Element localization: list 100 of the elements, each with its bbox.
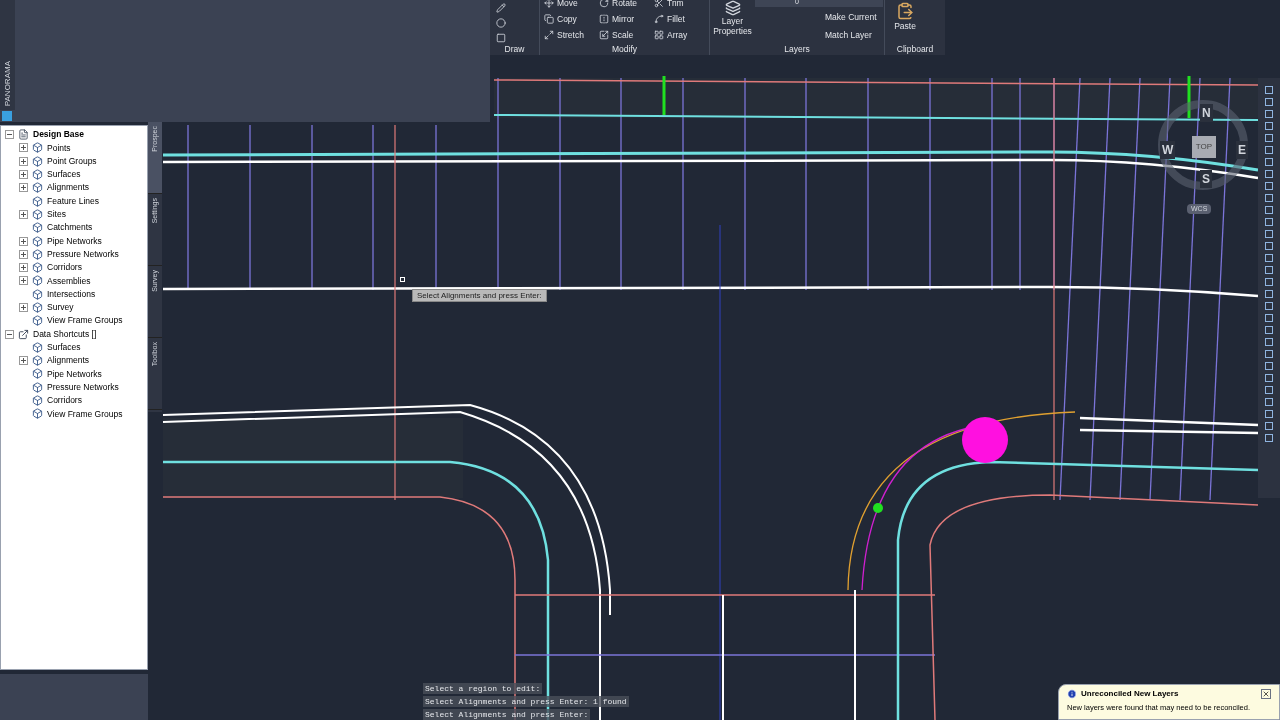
object-icon (32, 248, 43, 260)
tool-icon (599, 14, 609, 24)
line-icon[interactable] (496, 3, 506, 13)
panel-title[interactable]: Layers (710, 43, 884, 55)
tree-item[interactable]: Corridors (47, 394, 82, 407)
tree-item[interactable]: Catchments (47, 221, 93, 235)
object-icon (32, 275, 43, 287)
expand-toggle[interactable] (19, 249, 28, 259)
close-button[interactable] (1261, 689, 1271, 699)
tool-button[interactable]: Move (544, 0, 595, 11)
expand-toggle[interactable] (19, 303, 28, 312)
tree-item[interactable]: Pipe Networks (47, 367, 102, 381)
tool-icon (599, 0, 609, 8)
tree-item[interactable]: Survey (47, 301, 74, 314)
layer-properties-button[interactable]: Layer Properties (710, 0, 755, 36)
expand-toggle[interactable] (5, 329, 14, 339)
object-icon (32, 182, 43, 194)
tree-item[interactable]: Points (47, 141, 71, 155)
panel-title[interactable]: Draw (490, 43, 539, 55)
object-icon (32, 408, 43, 420)
object-icon (32, 395, 43, 407)
tree-item[interactable]: Corridors (47, 261, 82, 274)
compass-label[interactable]: E (1236, 141, 1248, 159)
make-current-button[interactable]: Make Current (755, 9, 883, 25)
object-icon (32, 155, 43, 167)
tree-item[interactable]: Alignments (47, 181, 90, 195)
clipboard-icon (896, 2, 914, 20)
paste-button[interactable]: Paste (885, 0, 925, 43)
expand-toggle[interactable] (19, 209, 28, 219)
expand-toggle[interactable] (19, 236, 28, 246)
tool-icon (544, 30, 554, 40)
expand-toggle[interactable] (19, 356, 28, 366)
object-icon (32, 368, 43, 380)
expand-toggle[interactable] (19, 170, 28, 180)
tree-item[interactable]: View Frame Groups (47, 314, 123, 328)
match-layer-button[interactable]: Match Layer (755, 27, 883, 43)
object-icon (32, 341, 43, 353)
object-icon (32, 208, 43, 220)
tool-button[interactable]: Stretch (544, 27, 595, 43)
tool-icon (544, 14, 554, 24)
object-icon (32, 355, 43, 367)
object-icon (32, 169, 43, 181)
compass-label[interactable]: S (1200, 170, 1212, 188)
tool-icon (654, 30, 664, 40)
tree-item[interactable]: Feature Lines (47, 194, 99, 208)
tool-button[interactable]: Rotate (599, 0, 650, 11)
tree-item[interactable]: Alignments (47, 354, 90, 368)
tree-item[interactable]: Pipe Networks (47, 234, 102, 248)
tool-icon (654, 0, 664, 8)
tree-item[interactable]: Data Shortcuts [] (33, 327, 97, 341)
tree-item[interactable]: Pressure Networks (47, 380, 119, 394)
tree-item[interactable]: View Frame Groups (47, 407, 123, 421)
expand-toggle[interactable] (5, 130, 14, 140)
tool-button[interactable]: Scale (599, 27, 650, 43)
circle-icon[interactable] (496, 18, 506, 28)
tool-button[interactable]: Mirror (599, 11, 650, 27)
tree-item[interactable]: Assemblies (47, 274, 91, 288)
expand-toggle[interactable] (19, 156, 28, 166)
viewcube[interactable]: N W TOP E S (1158, 100, 1248, 190)
object-icon (32, 262, 43, 274)
object-icon (32, 288, 43, 300)
object-icon (32, 195, 43, 207)
object-icon (32, 142, 43, 154)
tree-item[interactable]: Point Groups (47, 154, 97, 168)
document-icon (18, 129, 29, 141)
object-icon (32, 302, 43, 313)
tool-button[interactable]: Copy (544, 11, 595, 27)
tool-button[interactable]: Fillet (654, 11, 705, 27)
tree-item[interactable]: Surfaces (47, 341, 81, 354)
tool-icon (599, 30, 609, 40)
expand-toggle[interactable] (19, 263, 28, 273)
tree-item[interactable]: Pressure Networks (47, 247, 119, 261)
tooltip: Select Alignments and press Enter: (412, 289, 547, 302)
tree-item[interactable]: Surfaces (47, 168, 81, 181)
tree-item[interactable]: Sites (47, 208, 66, 221)
object-icon (32, 222, 43, 234)
tree-item[interactable]: Design Base (33, 128, 85, 141)
rectangle-icon[interactable] (496, 33, 506, 43)
tree-item[interactable]: Intersections (47, 287, 96, 301)
tool-button[interactable]: Array (654, 27, 705, 43)
tool-icon (654, 14, 664, 24)
panel-title[interactable]: Modify (540, 43, 709, 55)
info-icon (1067, 689, 1077, 699)
layers-icon (724, 0, 741, 16)
viewcube-face[interactable]: TOP (1192, 136, 1216, 158)
panel-title[interactable]: Clipboard (885, 43, 945, 55)
object-icon (32, 315, 43, 327)
tool-icon (544, 0, 554, 8)
compass-label[interactable]: W (1160, 141, 1176, 159)
object-icon (32, 235, 43, 247)
expand-toggle[interactable] (19, 276, 28, 286)
expand-toggle[interactable] (19, 183, 28, 193)
compass-label[interactable]: N (1200, 104, 1213, 122)
app-icon (2, 111, 12, 121)
shortcut-icon (18, 328, 29, 340)
cursor-pickbox (400, 277, 405, 282)
tool-button[interactable]: Trim (654, 0, 705, 11)
notification-title: Unreconciled New Layers (1081, 688, 1179, 700)
object-icon (32, 381, 43, 393)
expand-toggle[interactable] (19, 143, 28, 153)
